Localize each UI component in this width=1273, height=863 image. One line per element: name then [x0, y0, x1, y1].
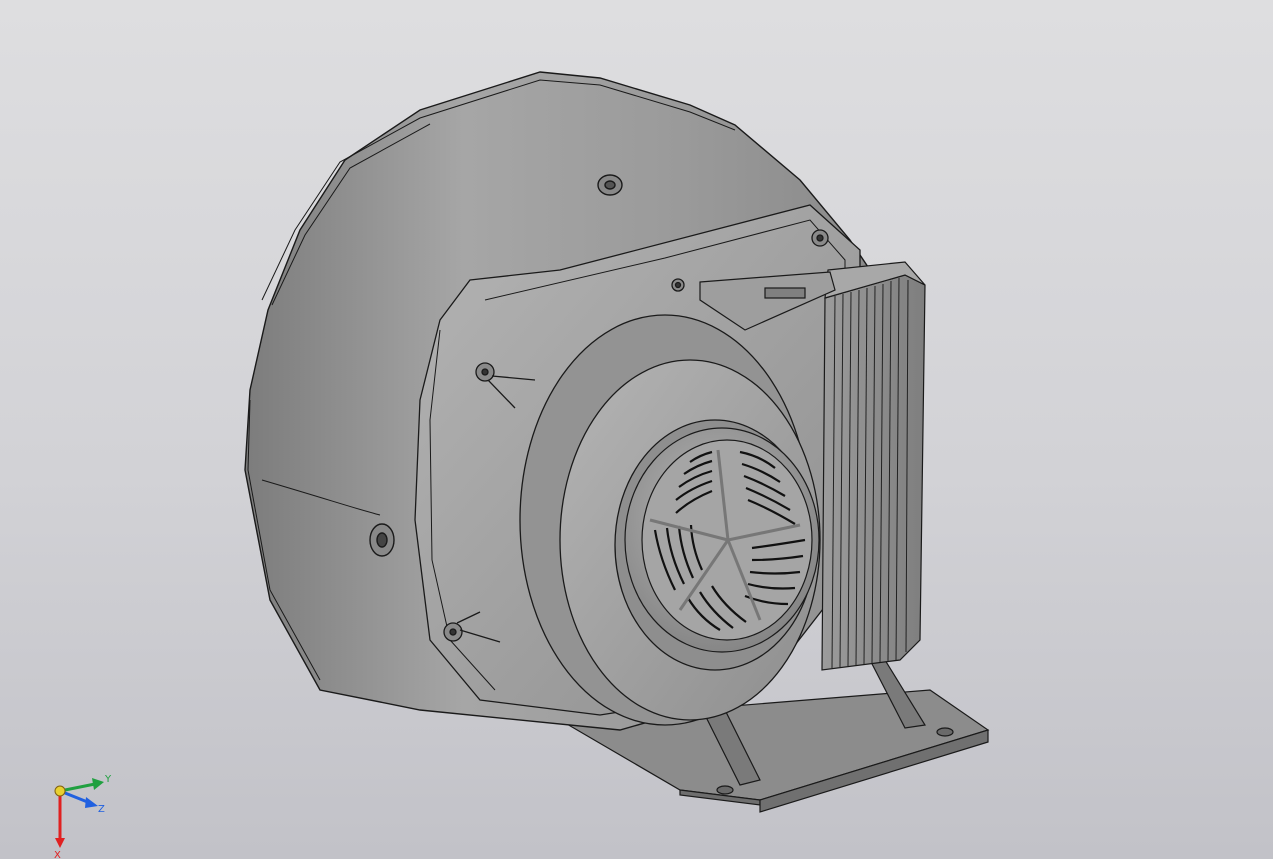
y-axis-arrow: [59, 778, 104, 793]
z-axis-arrow: [59, 789, 98, 808]
orientation-triad: X Y Z: [40, 768, 120, 861]
screw-lug-top-middle: [671, 278, 685, 292]
triad-origin: [54, 785, 66, 797]
blower-fan-model[interactable]: [0, 0, 1273, 859]
3d-viewport[interactable]: X Y Z: [0, 0, 1273, 861]
y-axis-label: Y: [104, 774, 112, 785]
x-axis-arrow: [55, 791, 65, 848]
z-axis-label: Z: [98, 804, 105, 815]
screw-lug-top: [811, 229, 829, 247]
motor-end-cap: [624, 427, 820, 653]
x-axis-label: X: [54, 850, 61, 859]
